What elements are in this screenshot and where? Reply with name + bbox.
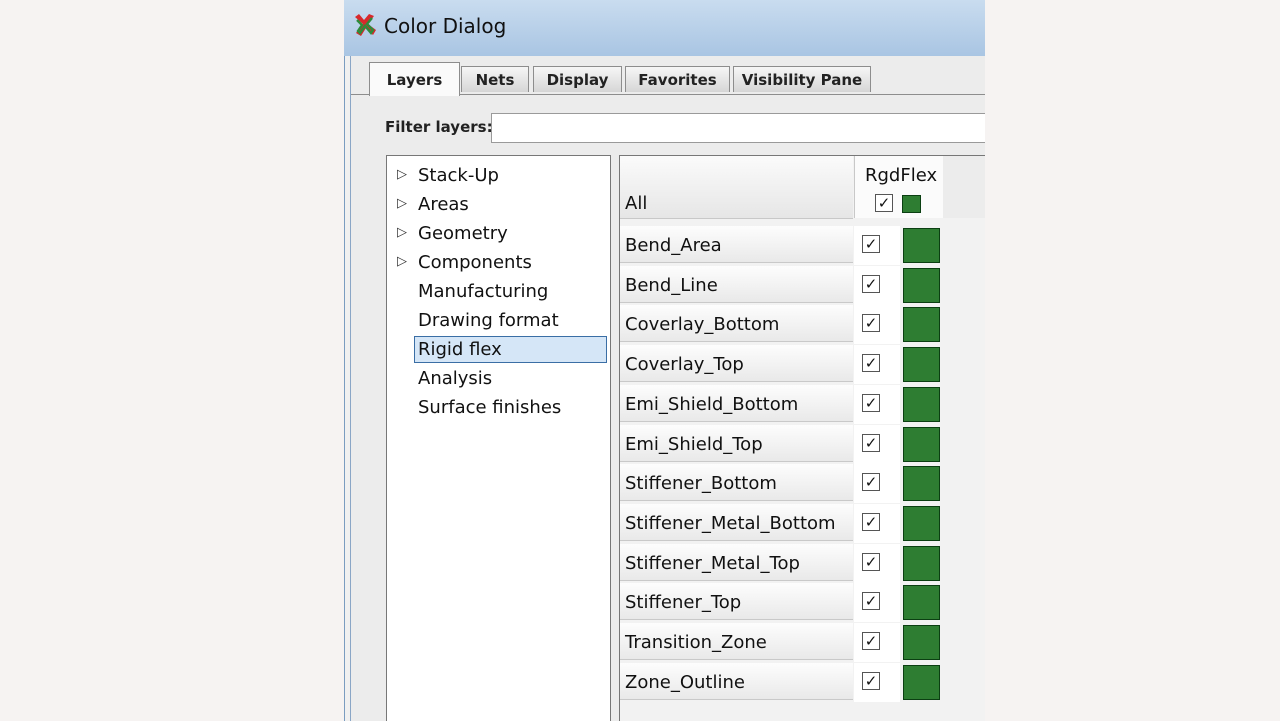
grid-header-rgdflex: RgdFlex ✓: [854, 156, 944, 218]
layer-row: Emi_Shield_Bottom ✓: [620, 384, 985, 425]
layer-row: Emi_Shield_Top ✓: [620, 424, 985, 465]
expand-arrow-icon[interactable]: ▷: [397, 254, 407, 269]
layer-name[interactable]: Stiffener_Metal_Top: [620, 543, 853, 581]
layer-name[interactable]: Bend_Area: [620, 226, 853, 263]
layer-visibility-checkbox[interactable]: ✓: [862, 354, 880, 373]
tab-favorites[interactable]: Favorites: [625, 66, 730, 92]
tree-item-label: Drawing format: [418, 310, 559, 331]
grid-header-name: All: [620, 156, 853, 219]
tree-item-manufacturing[interactable]: Manufacturing: [387, 277, 610, 306]
tree-item-label: Geometry: [418, 223, 508, 244]
tree-item-label: Areas: [418, 194, 469, 215]
layer-row: Stiffener_Metal_Top ✓: [620, 543, 985, 584]
layer-color-swatch[interactable]: [903, 625, 940, 660]
layer-color-swatch[interactable]: [903, 505, 940, 541]
layer-color-grid: All RgdFlex ✓ Bend_Area ✓ Bend_Line ✓ Coverl…: [619, 155, 985, 721]
layer-visibility-checkbox[interactable]: ✓: [862, 473, 880, 492]
layer-visibility-checkbox[interactable]: ✓: [862, 274, 880, 293]
title-bar[interactable]: Color Dialog: [344, 0, 985, 56]
layer-row: Coverlay_Top ✓: [620, 345, 985, 385]
dialog-body: Layers Nets Display Favorites Visibility…: [350, 56, 985, 721]
layer-row: Bend_Area ✓: [620, 226, 985, 266]
layer-name[interactable]: Zone_Outline: [620, 662, 853, 700]
layer-name[interactable]: Emi_Shield_Top: [620, 424, 853, 462]
layer-name[interactable]: Stiffener_Top: [620, 583, 853, 621]
window-title: Color Dialog: [384, 14, 507, 38]
layer-color-swatch[interactable]: [903, 347, 940, 383]
layer-color-swatch[interactable]: [903, 307, 940, 343]
all-layers-label: All: [625, 193, 648, 214]
layer-visibility-checkbox[interactable]: ✓: [862, 393, 880, 412]
tree-item-label: Rigid flex: [418, 339, 502, 360]
tab-display[interactable]: Display: [533, 66, 622, 92]
tree-item-label: Analysis: [418, 368, 493, 389]
layer-row: Coverlay_Bottom ✓: [620, 305, 985, 345]
layer-visibility-checkbox[interactable]: ✓: [862, 632, 880, 650]
expand-arrow-icon[interactable]: ▷: [397, 225, 407, 240]
layer-color-swatch[interactable]: [903, 386, 940, 422]
color-palette-icon: [355, 14, 376, 36]
all-color-swatch[interactable]: [902, 195, 921, 213]
layer-name[interactable]: Stiffener_Bottom: [620, 464, 853, 502]
tree-item-stack-up[interactable]: ▷ Stack-Up: [387, 161, 610, 190]
tab-visibility-pane[interactable]: Visibility Pane: [733, 66, 871, 92]
layer-color-swatch[interactable]: [903, 545, 940, 581]
layer-visibility-checkbox[interactable]: ✓: [862, 235, 880, 253]
tree-item-drawing-format[interactable]: Drawing format: [387, 306, 610, 335]
tree-item-label: Surface finishes: [418, 397, 562, 418]
all-visibility-checkbox[interactable]: ✓: [875, 194, 893, 212]
layer-visibility-checkbox[interactable]: ✓: [862, 433, 880, 452]
column-header-rgdflex: RgdFlex: [865, 165, 938, 186]
layer-color-swatch[interactable]: [903, 267, 940, 303]
layer-visibility-checkbox[interactable]: ✓: [862, 671, 880, 690]
tree-item-surface-finishes[interactable]: Surface finishes: [387, 393, 610, 422]
layer-color-swatch[interactable]: [903, 466, 940, 502]
layer-row: Zone_Outline ✓: [620, 662, 985, 703]
tree-item-label: Manufacturing: [418, 281, 549, 302]
expand-arrow-icon[interactable]: ▷: [397, 167, 407, 182]
layer-row: Stiffener_Metal_Bottom ✓: [620, 503, 985, 544]
layer-row: Stiffener_Bottom ✓: [620, 464, 985, 504]
layer-row: Bend_Line ✓: [620, 265, 985, 306]
tree-item-analysis[interactable]: Analysis: [387, 364, 610, 393]
layer-name[interactable]: Stiffener_Metal_Bottom: [620, 503, 853, 541]
layer-visibility-checkbox[interactable]: ✓: [862, 512, 880, 531]
tree-item-geometry[interactable]: ▷ Geometry: [387, 219, 610, 248]
filter-layers-label: Filter layers:: [385, 118, 493, 136]
layer-visibility-checkbox[interactable]: ✓: [862, 552, 880, 571]
layer-category-tree[interactable]: ▷ Stack-Up ▷ Areas ▷ Geometry ▷ Components Manuf…: [386, 155, 611, 721]
layer-name[interactable]: Transition_Zone: [620, 623, 853, 660]
layer-visibility-checkbox[interactable]: ✓: [862, 592, 880, 611]
layer-name[interactable]: Emi_Shield_Bottom: [620, 384, 853, 422]
layer-name[interactable]: Coverlay_Top: [620, 345, 853, 383]
expand-arrow-icon[interactable]: ▷: [397, 196, 407, 211]
tree-item-areas[interactable]: ▷ Areas: [387, 190, 610, 219]
tree-item-label: Components: [418, 252, 532, 273]
layer-row: Transition_Zone ✓: [620, 623, 985, 663]
layer-color-swatch[interactable]: [903, 585, 940, 621]
tab-layers[interactable]: Layers: [369, 62, 460, 96]
layer-visibility-checkbox[interactable]: ✓: [862, 314, 880, 333]
layer-color-swatch[interactable]: [903, 426, 940, 462]
filter-layers-input[interactable]: [491, 113, 985, 143]
tree-item-label: Stack-Up: [418, 165, 499, 186]
layer-row: Stiffener_Top ✓: [620, 583, 985, 623]
layer-color-swatch[interactable]: [903, 664, 940, 700]
layer-color-swatch[interactable]: [903, 228, 940, 263]
tab-nets[interactable]: Nets: [461, 66, 529, 92]
color-dialog-window: Color Dialog Layers Nets Display Favorit…: [344, 0, 985, 721]
grid-header-empty: [943, 156, 985, 218]
layer-name[interactable]: Coverlay_Bottom: [620, 305, 853, 343]
tree-item-rigid-flex[interactable]: Rigid flex: [387, 335, 610, 364]
layer-name[interactable]: Bend_Line: [620, 265, 853, 303]
tree-item-components[interactable]: ▷ Components: [387, 248, 610, 277]
